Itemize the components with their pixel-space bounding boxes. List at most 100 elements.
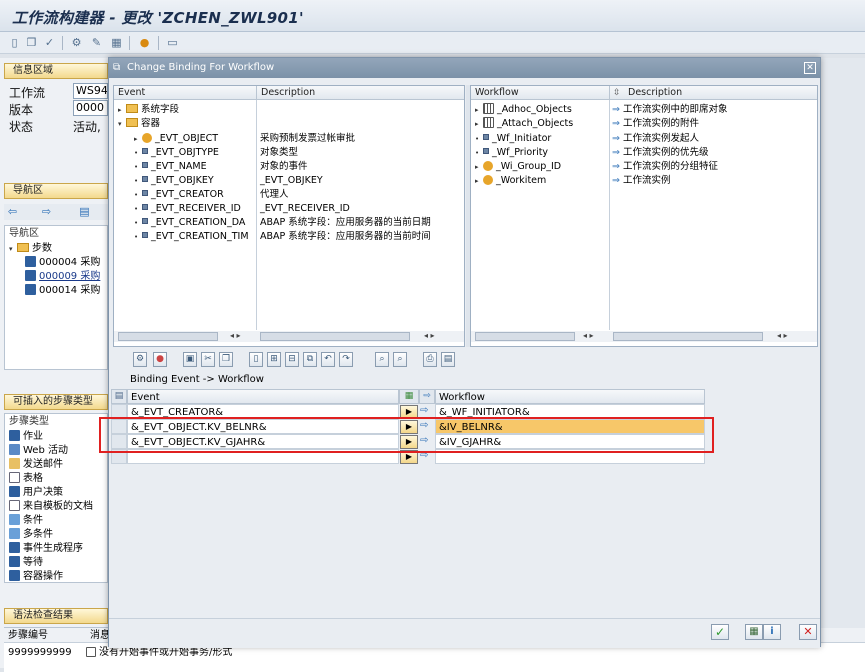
copy-icon[interactable]: ❐ <box>219 352 233 367</box>
wf-node[interactable]: • _Wf_Priority <box>475 146 548 160</box>
confirm-icon[interactable]: ✓ <box>711 624 729 640</box>
duplicate-row-icon[interactable]: ⧉ <box>303 352 317 367</box>
forward-arrow-icon[interactable]: ⇨ <box>40 205 53 218</box>
step-type-item[interactable]: 作业 <box>9 430 43 444</box>
info-value-version: 0000 ( <box>73 100 108 116</box>
step-type-item[interactable]: 用户决策 <box>9 486 63 500</box>
insert-row-icon[interactable]: ⊞ <box>267 352 281 367</box>
step-type-item[interactable]: 表格 <box>9 472 43 486</box>
step-type-item[interactable]: 多条件 <box>9 528 53 542</box>
sort-icon[interactable]: ⇳ <box>613 88 621 98</box>
nav-step-item[interactable]: 000004 采购 <box>25 256 100 270</box>
step-icon <box>25 270 36 281</box>
document-icon <box>9 500 20 511</box>
cut-icon[interactable]: ✂ <box>201 352 215 367</box>
activate-icon[interactable]: ● <box>138 36 151 49</box>
print-icon[interactable]: ⎙ <box>423 352 437 367</box>
nav-tree-header: 导航区 <box>9 228 39 239</box>
check-icon[interactable]: ✓ <box>43 36 56 49</box>
hierarchy-icon[interactable]: ▦ <box>745 624 763 640</box>
info-icon[interactable]: i <box>763 624 781 640</box>
event-creator-icon <box>9 542 20 553</box>
select-all-icon[interactable]: ▤ <box>111 389 127 404</box>
scroll-right-icon[interactable]: ◂ ▸ <box>424 331 435 340</box>
element-icon <box>142 148 148 154</box>
undo-icon[interactable]: ↶ <box>321 352 335 367</box>
info-value-workflow: WS94 <box>73 83 108 99</box>
step-type-item[interactable]: 条件 <box>9 514 43 528</box>
step-type-item[interactable]: Web 活动 <box>9 444 68 458</box>
container-op-icon <box>9 570 20 581</box>
direction-icon[interactable]: ⇨ <box>419 389 435 404</box>
wait-icon <box>9 556 20 567</box>
scroll-right-icon[interactable]: ◂ ▸ <box>777 331 788 340</box>
binding-col-event: Event <box>127 389 399 404</box>
cancel-icon[interactable]: ✕ <box>799 624 817 640</box>
scroll-left-icon[interactable]: ◂ ▸ <box>583 331 594 340</box>
pencil-icon[interactable]: ✎ <box>90 36 103 49</box>
tree-node-system-fields[interactable]: ▸ 系统字段 <box>118 103 179 117</box>
event-tree-col-desc: Description <box>256 86 464 100</box>
nav-root-steps[interactable]: ▾ 步数 <box>9 242 52 256</box>
step-type-item[interactable]: 事件生成程序 <box>9 542 83 556</box>
mapping-icon[interactable]: ▦ <box>399 389 419 404</box>
tree-node[interactable]: • _EVT_OBJKEY <box>134 174 214 188</box>
step-type-item[interactable]: 等待 <box>9 556 43 570</box>
delete-binding-icon[interactable]: ● <box>153 352 167 367</box>
event-tree-hscroll[interactable]: ◂ ▸ ◂ ▸ <box>114 331 464 342</box>
wf-desc: ⇒ 工作流实例中的即席对象 <box>612 104 728 115</box>
close-icon[interactable]: ✕ <box>804 62 816 74</box>
back-arrow-icon[interactable]: ⇦ <box>6 205 19 218</box>
object-icon <box>142 133 152 143</box>
tree-node[interactable]: • _EVT_CREATOR <box>134 188 224 202</box>
paste-icon[interactable]: ▯ <box>249 352 263 367</box>
tree-node[interactable]: • _EVT_RECEIVER_ID <box>134 202 241 216</box>
tree-desc: 对象类型 <box>260 147 299 158</box>
tree-node[interactable]: • _EVT_CREATION_DA <box>134 216 256 230</box>
step-type-item[interactable]: 发送邮件 <box>9 458 63 472</box>
scroll-left-icon[interactable]: ◂ ▸ <box>230 331 241 340</box>
wf-node[interactable]: ▸ _Attach_Objects <box>475 117 573 131</box>
wf-desc: ⇒ 工作流实例发起人 <box>612 133 700 144</box>
syntax-col-step: 步骤编号 <box>8 630 48 641</box>
binding-tool-icon[interactable]: ⚙ <box>133 352 147 367</box>
tree-node-container[interactable]: ▾ 容器 <box>118 117 160 131</box>
copy-document-icon[interactable]: ❐ <box>25 36 38 49</box>
workflow-tree-hscroll[interactable]: ◂ ▸ ◂ ▸ <box>471 331 817 342</box>
expand-icon[interactable]: ▣ <box>183 352 197 367</box>
syntax-check-header: 语法检查结果 <box>4 608 108 624</box>
binding-direction-label: Binding Event -> Workflow <box>130 374 264 385</box>
tree-desc: _EVT_OBJKEY <box>260 175 323 186</box>
dialog-title-bar: ⧉ Change Binding For Workflow ✕ <box>109 58 820 78</box>
wf-node[interactable]: ▸ _Adhoc_Objects <box>475 103 572 117</box>
hierarchy-icon[interactable]: ⚙ <box>70 36 83 49</box>
export-icon[interactable]: ▤ <box>441 352 455 367</box>
form-icon <box>9 472 20 483</box>
tree-node[interactable]: • _EVT_OBJTYPE <box>134 146 219 160</box>
binding-col-workflow: Workflow <box>435 389 705 404</box>
find-icon[interactable]: ⌕ <box>375 352 389 367</box>
wf-desc: ⇒ 工作流实例的优先级 <box>612 147 709 158</box>
find-next-icon[interactable]: ⌕ <box>393 352 407 367</box>
nav-step-item[interactable]: 000009 采购 <box>25 270 100 284</box>
step-type-item[interactable]: 来自模板的文档 <box>9 500 93 514</box>
tree-icon[interactable]: ▤ <box>78 205 91 218</box>
tree-node[interactable]: • _EVT_CREATION_TIM <box>134 230 256 244</box>
delete-row-icon[interactable]: ⊟ <box>285 352 299 367</box>
redo-icon[interactable]: ↷ <box>339 352 353 367</box>
wf-node[interactable]: • _Wf_Initiator <box>475 132 551 146</box>
workflow-tree: Workflow Description ⇳ ▸ _Adhoc_Objects ▸… <box>470 85 818 347</box>
link-icon: ⇒ <box>612 133 620 144</box>
step-icon <box>25 256 36 267</box>
step-type-item[interactable]: 容器操作 <box>9 570 63 582</box>
grid-icon[interactable]: ▦ <box>110 36 123 49</box>
nav-step-item[interactable]: 000014 采购 <box>25 284 100 298</box>
condition-icon <box>9 514 20 525</box>
new-document-icon[interactable]: ▯ <box>8 36 21 49</box>
tree-node-evt-object[interactable]: ▸ _EVT_OBJECT <box>134 132 218 146</box>
tree-node[interactable]: • _EVT_NAME <box>134 160 207 174</box>
step-icon <box>25 284 36 295</box>
wf-node[interactable]: ▸ _Wi_Group_ID <box>475 160 561 174</box>
wf-node[interactable]: ▸ _Workitem <box>475 174 546 188</box>
screen-layout-icon[interactable]: ▭ <box>166 36 179 49</box>
